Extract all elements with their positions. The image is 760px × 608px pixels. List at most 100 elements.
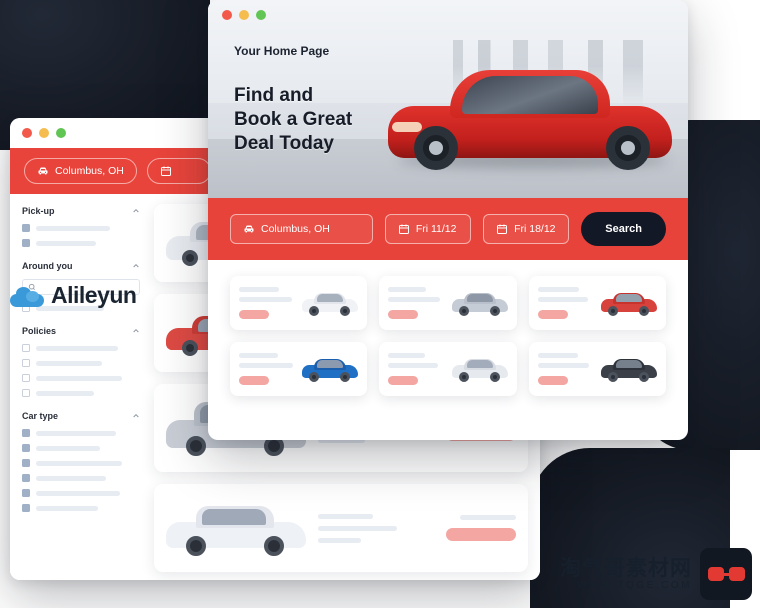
filters-sidebar[interactable]: Pick-up Around you Policies Car type: [10, 194, 150, 580]
filter-option[interactable]: [22, 429, 140, 437]
list-item-price: [424, 515, 516, 541]
price-badge[interactable]: [388, 310, 419, 319]
filter-option[interactable]: [22, 389, 140, 397]
filter-option[interactable]: [22, 344, 140, 352]
filter-title: Car type: [22, 411, 59, 421]
car-icon: [37, 165, 49, 177]
filter-label-skeleton: [36, 390, 94, 396]
car-image-silver-suv: [451, 290, 508, 316]
car-image-white-sedan: [166, 500, 306, 556]
filter-header[interactable]: Policies: [22, 326, 140, 336]
filter-option[interactable]: [22, 359, 140, 367]
price-badge[interactable]: [446, 528, 516, 541]
filter-option[interactable]: [22, 474, 140, 482]
filter-label-skeleton: [36, 475, 106, 481]
checkbox-icon[interactable]: [22, 344, 30, 352]
filter-header[interactable]: Pick-up: [22, 206, 140, 216]
zoom-icon[interactable]: [256, 10, 266, 20]
checkbox-icon[interactable]: [22, 459, 30, 467]
location-input[interactable]: Columbus, OH: [230, 214, 373, 244]
car-icon: [243, 223, 255, 235]
results-grid: [208, 260, 688, 412]
checkbox-icon[interactable]: [22, 444, 30, 452]
filter-group-pickup: Pick-up: [22, 206, 140, 247]
hero-headline: Find and Book a Great Deal Today: [234, 84, 352, 156]
checkbox-icon[interactable]: [22, 224, 30, 232]
list-item[interactable]: [528, 342, 666, 396]
chevron-up-icon[interactable]: [132, 412, 140, 420]
filter-option[interactable]: [22, 239, 140, 247]
checkbox-icon[interactable]: [22, 489, 30, 497]
checkbox-icon[interactable]: [22, 239, 30, 247]
checkbox-icon[interactable]: [22, 374, 30, 382]
cloud-icon: [10, 285, 44, 307]
filter-option[interactable]: [22, 444, 140, 452]
checkbox-icon[interactable]: [22, 389, 30, 397]
headline-line-2: Book a Great: [234, 109, 353, 130]
filter-option[interactable]: [22, 224, 140, 232]
list-item[interactable]: [528, 276, 666, 330]
page-title: Your Home Page: [234, 44, 330, 58]
price-badge[interactable]: [388, 376, 419, 385]
brand-logo: Alileyun: [10, 282, 137, 309]
pickup-date-input[interactable]: Fri 11/12: [384, 214, 472, 244]
filter-header[interactable]: Car type: [22, 411, 140, 421]
list-item-text: [318, 513, 412, 543]
filter-label-skeleton: [36, 460, 122, 466]
filter-option[interactable]: [22, 504, 140, 512]
location-value: Columbus, OH: [261, 223, 330, 235]
headline-line-1: Find and: [234, 85, 314, 106]
filter-title: Policies: [22, 326, 57, 336]
chevron-up-icon[interactable]: [132, 207, 140, 215]
filter-label-skeleton: [36, 505, 98, 511]
list-item[interactable]: [230, 276, 368, 330]
filter-option[interactable]: [22, 459, 140, 467]
listing-location-field[interactable]: Columbus, OH: [24, 158, 137, 184]
home-page-window[interactable]: Your Home Page Find and Book a Great Dea…: [208, 0, 688, 440]
price-badge[interactable]: [537, 310, 568, 319]
car-image-white-sedan: [302, 290, 359, 316]
filter-label-skeleton: [36, 375, 122, 381]
hero-banner: Your Home Page Find and Book a Great Dea…: [208, 0, 688, 198]
minimize-icon[interactable]: [239, 10, 249, 20]
dropoff-date-input[interactable]: Fri 18/12: [483, 214, 570, 244]
list-item[interactable]: [154, 484, 528, 572]
zoom-icon[interactable]: [56, 128, 66, 138]
checkbox-icon[interactable]: [22, 429, 30, 437]
chevron-up-icon[interactable]: [132, 327, 140, 335]
minimize-icon[interactable]: [39, 128, 49, 138]
list-item[interactable]: [230, 342, 368, 396]
list-item-text: [537, 353, 595, 385]
checkbox-icon[interactable]: [22, 504, 30, 512]
filter-header[interactable]: Around you: [22, 261, 140, 271]
price-badge[interactable]: [537, 376, 568, 385]
list-item[interactable]: [379, 342, 517, 396]
checkbox-icon[interactable]: [22, 474, 30, 482]
filter-option[interactable]: [22, 489, 140, 497]
calendar-icon: [496, 223, 508, 235]
checkbox-icon[interactable]: [22, 359, 30, 367]
listing-date-field[interactable]: [146, 158, 211, 184]
close-icon[interactable]: [22, 128, 32, 138]
price-badge[interactable]: [239, 376, 269, 385]
chevron-up-icon[interactable]: [132, 262, 140, 270]
close-icon[interactable]: [222, 10, 232, 20]
car-image-white-hatchback: [451, 356, 508, 382]
filter-title: Around you: [22, 261, 73, 271]
price-badge[interactable]: [239, 310, 269, 319]
filter-group-car-type: Car type: [22, 411, 140, 512]
hero-car-image: [380, 28, 680, 178]
calendar-icon: [398, 223, 410, 235]
calendar-icon: [160, 165, 172, 177]
watermark-chinese: 淘气哥素材网: [560, 557, 692, 580]
brand-logo-text: Alileyun: [51, 282, 137, 308]
filter-option[interactable]: [22, 374, 140, 382]
glasses-icon: [707, 567, 745, 581]
filter-label-skeleton: [36, 445, 100, 451]
list-item[interactable]: [379, 276, 517, 330]
car-image-blue-hatchback: [302, 356, 359, 382]
car-image-red-hatchback: [600, 290, 657, 316]
filter-label-skeleton: [36, 490, 120, 496]
search-button[interactable]: Search: [581, 212, 666, 246]
list-item-text: [388, 353, 445, 385]
